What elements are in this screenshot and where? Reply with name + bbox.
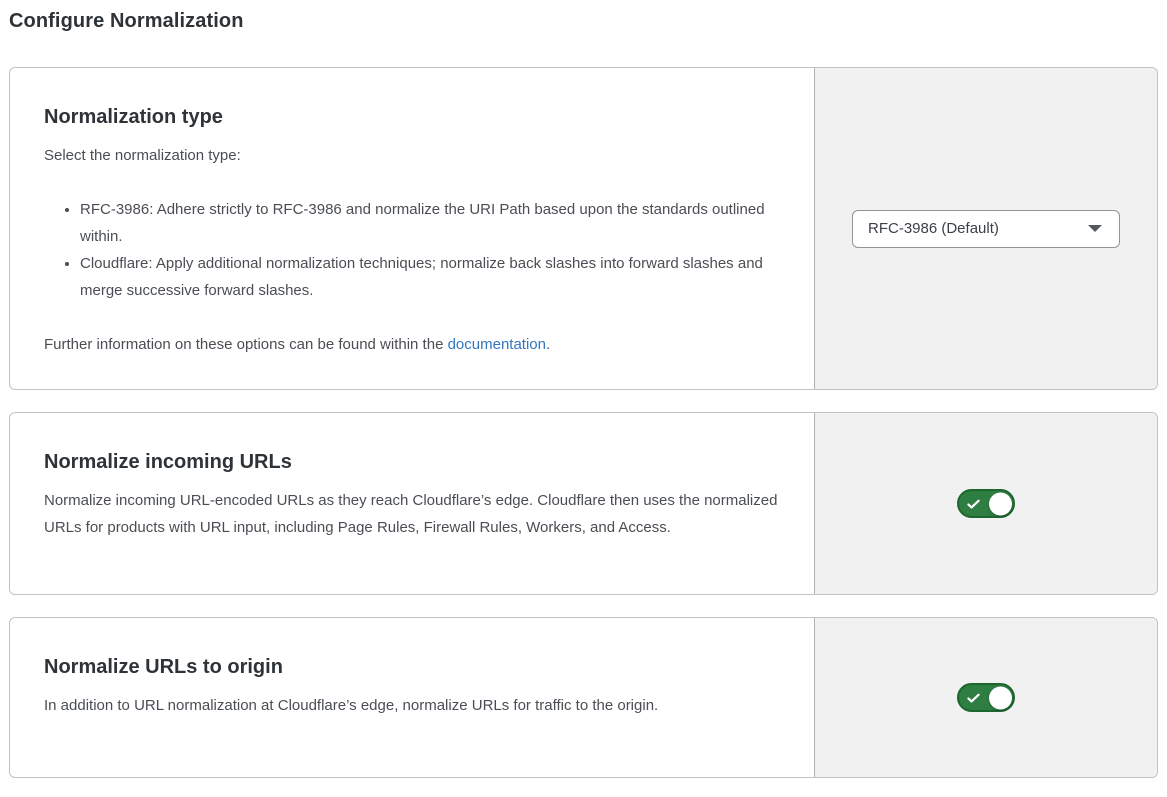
toggle-knob <box>989 492 1012 515</box>
dropdown-selected-value: RFC-3986 (Default) <box>868 220 999 237</box>
normalize-urls-to-origin-description: In addition to URL normalization at Clou… <box>44 692 780 719</box>
normalization-type-bullet-list: RFC-3986: Adhere strictly to RFC-3986 an… <box>44 196 780 304</box>
normalization-type-side-panel: RFC-3986 (Default) <box>814 68 1157 389</box>
page-title: Configure Normalization <box>9 10 1158 33</box>
normalize-urls-to-origin-heading: Normalize URLs to origin <box>44 654 780 680</box>
footer-text-suffix: . <box>546 336 550 353</box>
check-icon <box>966 496 981 511</box>
normalization-type-footer: Further information on these options can… <box>44 331 780 358</box>
normalize-incoming-urls-card: Normalize incoming URLs Normalize incomi… <box>9 412 1158 595</box>
footer-text-prefix: Further information on these options can… <box>44 336 448 353</box>
normalize-incoming-urls-toggle[interactable] <box>957 489 1015 518</box>
normalize-incoming-urls-content: Normalize incoming URLs Normalize incomi… <box>10 413 814 594</box>
normalize-incoming-urls-side-panel <box>814 413 1157 594</box>
bullet-rfc-3986: RFC-3986: Adhere strictly to RFC-3986 an… <box>80 196 780 250</box>
normalization-type-card: Normalization type Select the normalizat… <box>9 67 1158 390</box>
toggle-knob <box>989 686 1012 709</box>
bullet-cloudflare: Cloudflare: Apply additional normalizati… <box>80 250 780 304</box>
normalize-urls-to-origin-toggle[interactable] <box>957 683 1015 712</box>
normalization-type-intro: Select the normalization type: <box>44 142 780 169</box>
normalize-urls-to-origin-card: Normalize URLs to origin In addition to … <box>9 617 1158 778</box>
normalize-incoming-urls-heading: Normalize incoming URLs <box>44 449 780 475</box>
normalize-urls-to-origin-content: Normalize URLs to origin In addition to … <box>10 618 814 777</box>
configure-normalization-page: Configure Normalization Normalization ty… <box>0 0 1167 797</box>
normalize-incoming-urls-description: Normalize incoming URL-encoded URLs as t… <box>44 487 780 541</box>
documentation-link[interactable]: documentation <box>448 336 546 353</box>
chevron-down-icon <box>1088 225 1102 232</box>
normalization-type-dropdown[interactable]: RFC-3986 (Default) <box>852 210 1120 248</box>
normalization-type-heading: Normalization type <box>44 104 780 130</box>
normalization-type-content: Normalization type Select the normalizat… <box>10 68 814 389</box>
normalize-urls-to-origin-side-panel <box>814 618 1157 777</box>
check-icon <box>966 690 981 705</box>
